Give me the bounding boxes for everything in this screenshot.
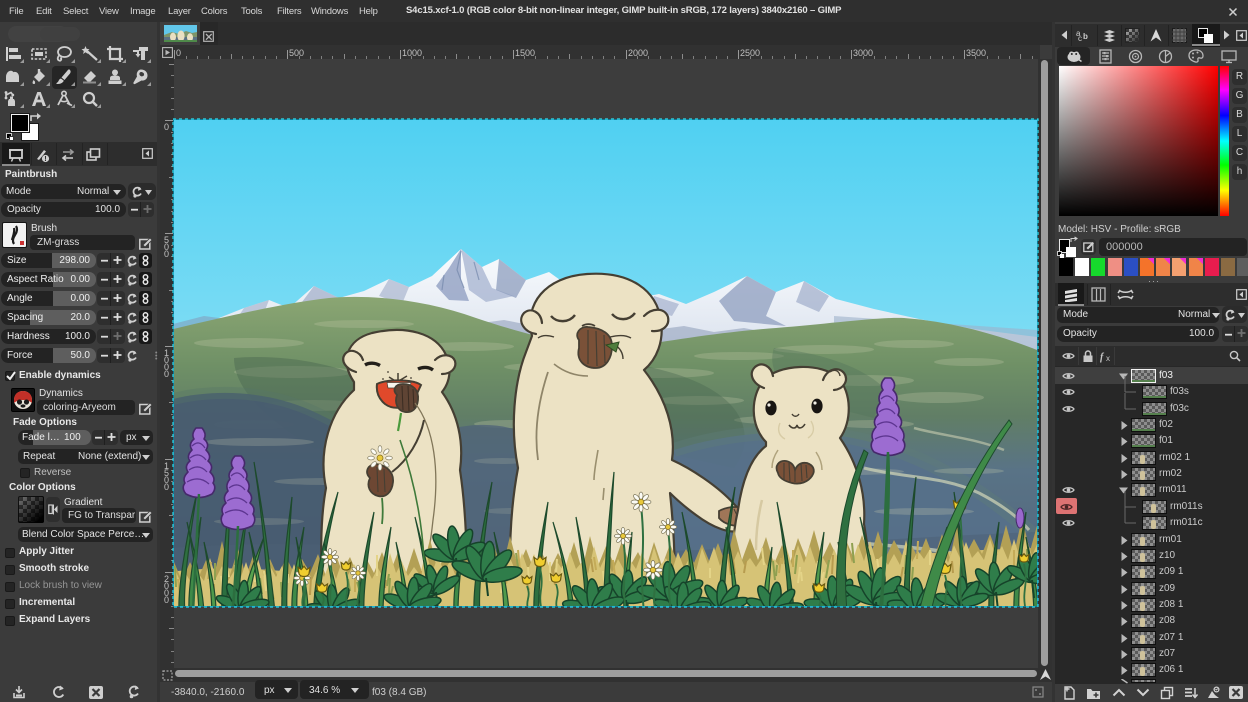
svg-text:!: ! <box>44 154 47 163</box>
svg-text:x: x <box>1106 354 1110 363</box>
svg-text:500: 500 <box>289 48 304 58</box>
svg-text:0: 0 <box>164 369 169 379</box>
svg-text:0: 0 <box>164 482 169 492</box>
svg-text:0: 0 <box>164 595 169 605</box>
svg-text:1000: 1000 <box>402 48 422 58</box>
svg-text:3000: 3000 <box>853 48 873 58</box>
svg-text:1500: 1500 <box>515 48 535 58</box>
svg-text:0: 0 <box>164 122 169 132</box>
svg-text:c: c <box>1078 34 1082 42</box>
svg-text:2500: 2500 <box>740 48 760 58</box>
svg-text:0: 0 <box>164 249 169 259</box>
svg-text:f: f <box>1100 352 1105 363</box>
svg-text:3500: 3500 <box>966 48 986 58</box>
svg-text:0: 0 <box>176 48 181 58</box>
svg-text:b: b <box>1083 32 1088 41</box>
svg-text:2000: 2000 <box>628 48 648 58</box>
